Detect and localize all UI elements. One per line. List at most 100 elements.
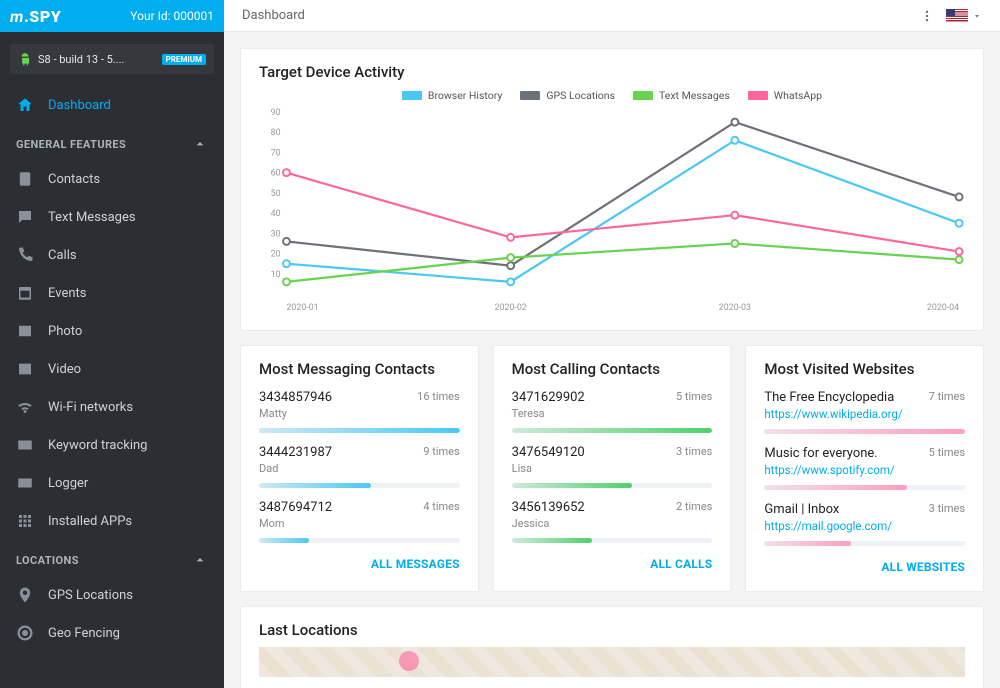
list-item[interactable]: 3471629902 Teresa 5 times bbox=[512, 390, 713, 433]
chevron-down-icon bbox=[972, 11, 982, 21]
page-title: Dashboard bbox=[242, 8, 305, 23]
list-item-count: 3 times bbox=[929, 502, 965, 515]
svg-text:40: 40 bbox=[271, 209, 281, 219]
svg-text:90: 90 bbox=[271, 108, 281, 118]
sidebar-item-label: Wi-Fi networks bbox=[48, 400, 133, 415]
pin-icon bbox=[16, 586, 34, 604]
activity-chart-card: Target Device Activity Browser History G… bbox=[240, 48, 984, 331]
svg-text:2020-02: 2020-02 bbox=[495, 303, 527, 313]
sidebar-header: m.SPY Your Id: 000001 bbox=[0, 0, 224, 32]
sidebar-section-locations[interactable]: LOCATIONS bbox=[0, 540, 224, 576]
svg-text:50: 50 bbox=[271, 189, 281, 199]
chevron-up-icon bbox=[192, 136, 208, 152]
all-websites-link[interactable]: ALL WEBSITES bbox=[881, 560, 965, 574]
svg-text:2020-04: 2020-04 bbox=[927, 303, 959, 313]
list-item-primary: The Free Encyclopedia bbox=[764, 390, 902, 405]
svg-text:70: 70 bbox=[271, 148, 281, 158]
progress-bar bbox=[512, 538, 713, 543]
list-item[interactable]: 3456139652 Jessica 2 times bbox=[512, 500, 713, 543]
progress-bar bbox=[764, 485, 965, 490]
sidebar-item-contacts[interactable]: Contacts bbox=[0, 160, 224, 198]
progress-bar bbox=[259, 538, 460, 543]
sidebar-item-label: Installed APPs bbox=[48, 514, 132, 529]
list-item-primary: 3456139652 bbox=[512, 500, 585, 515]
calendar-icon bbox=[16, 284, 34, 302]
list-item-secondary: Dad bbox=[259, 462, 332, 475]
list-item-secondary: Jessica bbox=[512, 517, 585, 530]
visited-websites-card: Most Visited Websites The Free Encyclope… bbox=[745, 345, 984, 592]
sidebar-item-label: Logger bbox=[48, 476, 88, 491]
list-item[interactable]: 3476549120 Lisa 3 times bbox=[512, 445, 713, 488]
svg-text:80: 80 bbox=[271, 128, 281, 138]
sidebar-item-logger[interactable]: Logger bbox=[0, 464, 224, 502]
us-flag-icon bbox=[946, 9, 968, 23]
list-item-primary: 3471629902 bbox=[512, 390, 585, 405]
progress-bar bbox=[764, 541, 965, 546]
list-item[interactable]: The Free Encyclopedia https://www.wikipe… bbox=[764, 390, 965, 434]
language-selector[interactable] bbox=[946, 9, 982, 23]
sidebar-item-keyword[interactable]: Keyword tracking bbox=[0, 426, 224, 464]
sidebar-item-label: Dashboard bbox=[48, 98, 111, 113]
list-item-count: 16 times bbox=[417, 390, 460, 403]
topbar: Dashboard bbox=[224, 0, 1000, 32]
device-name: S8 - build 13 - 5.... bbox=[38, 53, 156, 66]
sidebar-item-dashboard[interactable]: Dashboard bbox=[0, 86, 224, 124]
list-item[interactable]: Gmail | Inbox https://mail.google.com/ 3… bbox=[764, 502, 965, 546]
card-title: Most Messaging Contacts bbox=[259, 360, 460, 378]
sidebar-item-apps[interactable]: Installed APPs bbox=[0, 502, 224, 540]
all-calls-link[interactable]: ALL CALLS bbox=[650, 557, 712, 571]
svg-text:20: 20 bbox=[271, 249, 281, 259]
sidebar-item-label: Contacts bbox=[48, 172, 100, 187]
premium-badge: PREMIUM bbox=[162, 54, 206, 65]
svg-text:10: 10 bbox=[271, 270, 281, 280]
list-item-secondary[interactable]: https://www.spotify.com/ bbox=[764, 463, 894, 477]
sidebar-item-photo[interactable]: Photo bbox=[0, 312, 224, 350]
list-item-secondary: Mom bbox=[259, 517, 332, 530]
target-icon bbox=[16, 624, 34, 642]
list-item[interactable]: Music for everyone. https://www.spotify.… bbox=[764, 446, 965, 490]
list-item[interactable]: 3487694712 Mom 4 times bbox=[259, 500, 460, 543]
sidebar-item-geofence[interactable]: Geo Fencing bbox=[0, 614, 224, 652]
logo: m.SPY bbox=[10, 7, 61, 26]
grid-icon bbox=[16, 512, 34, 530]
sidebar-item-wifi[interactable]: Wi-Fi networks bbox=[0, 388, 224, 426]
all-messages-link[interactable]: ALL MESSAGES bbox=[371, 557, 460, 571]
list-item-primary: 3434857946 bbox=[259, 390, 332, 405]
list-item-primary: Gmail | Inbox bbox=[764, 502, 892, 517]
svg-text:60: 60 bbox=[271, 169, 281, 179]
device-selector[interactable]: S8 - build 13 - 5.... PREMIUM bbox=[10, 44, 214, 74]
sidebar-item-events[interactable]: Events bbox=[0, 274, 224, 312]
list-item-primary: 3444231987 bbox=[259, 445, 332, 460]
card-title: Most Calling Contacts bbox=[512, 360, 713, 378]
progress-bar bbox=[259, 483, 460, 488]
list-item-count: 7 times bbox=[929, 390, 965, 403]
photo-icon bbox=[16, 322, 34, 340]
chart-legend: Browser History GPS Locations Text Messa… bbox=[259, 89, 965, 102]
sidebar-item-gps[interactable]: GPS Locations bbox=[0, 576, 224, 614]
sidebar-section-general[interactable]: GENERAL FEATURES bbox=[0, 124, 224, 160]
clipboard-icon bbox=[16, 170, 34, 188]
legend-item: GPS Locations bbox=[520, 89, 615, 102]
legend-item: Browser History bbox=[402, 89, 502, 102]
wifi-icon bbox=[16, 398, 34, 416]
list-item-secondary: Teresa bbox=[512, 407, 585, 420]
sidebar-item-calls[interactable]: Calls bbox=[0, 236, 224, 274]
sidebar-item-video[interactable]: Video bbox=[0, 350, 224, 388]
android-icon bbox=[18, 52, 32, 66]
kebab-menu-icon[interactable] bbox=[920, 9, 934, 23]
svg-text:2020-03: 2020-03 bbox=[719, 303, 751, 313]
phone-icon bbox=[16, 246, 34, 264]
message-icon bbox=[16, 208, 34, 226]
map-placeholder[interactable] bbox=[259, 647, 965, 677]
sidebar-section-label: GENERAL FEATURES bbox=[16, 138, 126, 151]
list-item-primary: 3487694712 bbox=[259, 500, 332, 515]
list-item-secondary[interactable]: https://www.wikipedia.org/ bbox=[764, 407, 902, 421]
list-item-secondary[interactable]: https://mail.google.com/ bbox=[764, 519, 892, 533]
list-item-secondary: Lisa bbox=[512, 462, 585, 475]
sidebar-item-texts[interactable]: Text Messages bbox=[0, 198, 224, 236]
list-item[interactable]: 3434857946 Matty 16 times bbox=[259, 390, 460, 433]
list-item-count: 2 times bbox=[676, 500, 712, 513]
svg-text:30: 30 bbox=[271, 229, 281, 239]
list-item[interactable]: 3444231987 Dad 9 times bbox=[259, 445, 460, 488]
sidebar-item-label: Text Messages bbox=[48, 210, 136, 225]
